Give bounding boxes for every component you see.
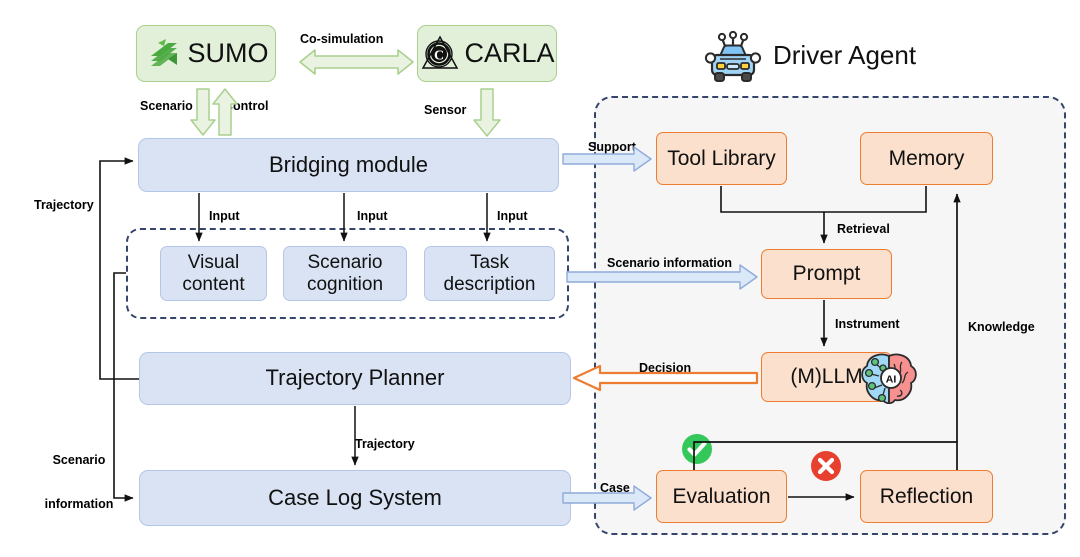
visual-content-box[interactable]: Visual content [160, 246, 267, 301]
retrieval-label: Retrieval [837, 222, 890, 236]
scenario-information-label-right: Scenario information [607, 256, 733, 270]
cosimulation-label: Co-simulation [300, 32, 384, 46]
prompt-label: Prompt [792, 262, 861, 286]
scenario-label: Scenario [140, 99, 193, 113]
visual-content-line-1: Visual [187, 252, 240, 274]
case-log-system-box[interactable]: Case Log System [139, 470, 571, 526]
trajectory-planner-box[interactable]: Trajectory Planner [139, 352, 571, 405]
bridging-module-box[interactable]: Bridging module [138, 138, 559, 192]
input-label-3: Input [497, 209, 528, 223]
check-circle-icon [680, 432, 714, 466]
control-label: Control [224, 99, 269, 113]
sumo-box[interactable]: SUMO [136, 25, 276, 82]
cross-circle-icon [809, 449, 843, 483]
bridging-module-label: Bridging module [269, 151, 428, 177]
reflection-box[interactable]: Reflection [860, 470, 993, 523]
task-description-line-1: Task [469, 252, 510, 274]
ai-brain-icon: AI [858, 350, 920, 408]
tool-library-label: Tool Library [667, 146, 776, 170]
scenario-cognition-box[interactable]: Scenario cognition [283, 246, 407, 301]
input-label-1: Input [209, 209, 240, 223]
memory-box[interactable]: Memory [860, 132, 993, 185]
prompt-box[interactable]: Prompt [761, 249, 892, 299]
tool-library-box[interactable]: Tool Library [656, 132, 787, 185]
instrument-label: Instrument [835, 317, 900, 331]
sumo-label: SUMO [187, 38, 269, 69]
scenario-cognition-line-1: Scenario [307, 252, 383, 274]
scenario-cognition-line-2: cognition [306, 273, 384, 295]
task-description-line-2: description [443, 273, 536, 295]
sensor-block-arrow [473, 88, 501, 137]
support-label: Support [588, 140, 636, 154]
sensor-label: Sensor [424, 103, 467, 117]
self-driving-car-icon [702, 30, 764, 86]
evaluation-box[interactable]: Evaluation [656, 470, 787, 523]
trajectory-planner-label: Trajectory Planner [265, 365, 445, 391]
carla-box[interactable]: C CARLA [417, 25, 557, 82]
trajectory-feedback-label: Trajectory [34, 198, 94, 212]
sumo-logo-icon [144, 34, 184, 74]
architecture-diagram: Driver Agent SUMO C CARLA Bridging modul… [0, 0, 1080, 557]
visual-content-line-2: content [182, 273, 245, 295]
task-description-box[interactable]: Task description [424, 246, 555, 301]
carla-label: CARLA [464, 38, 555, 69]
evaluation-label: Evaluation [672, 484, 771, 508]
cosimulation-arrow [299, 49, 414, 75]
ai-brain-icon-text: AI [886, 374, 897, 386]
decision-label: Decision [639, 361, 692, 375]
reflection-label: Reflection [879, 484, 974, 508]
knowledge-label: Knowledge [968, 320, 1035, 334]
scenario-block-arrow [190, 88, 216, 136]
memory-label: Memory [888, 146, 965, 170]
driver-agent-title: Driver Agent [773, 40, 917, 70]
scenario-information-left-line-1: Scenario [52, 452, 106, 467]
scenario-information-left-line-2: information [44, 496, 114, 511]
carla-logo-icon: C [419, 33, 461, 75]
scenario-information-label-left: Scenario information [36, 423, 122, 541]
input-label-2: Input [357, 209, 388, 223]
trajectory-label-mid: Trajectory [355, 437, 415, 451]
mllm-label: (M)LLM [790, 365, 863, 389]
case-log-system-label: Case Log System [268, 484, 442, 510]
svg-text:C: C [434, 48, 444, 63]
case-label: Case [600, 481, 630, 495]
